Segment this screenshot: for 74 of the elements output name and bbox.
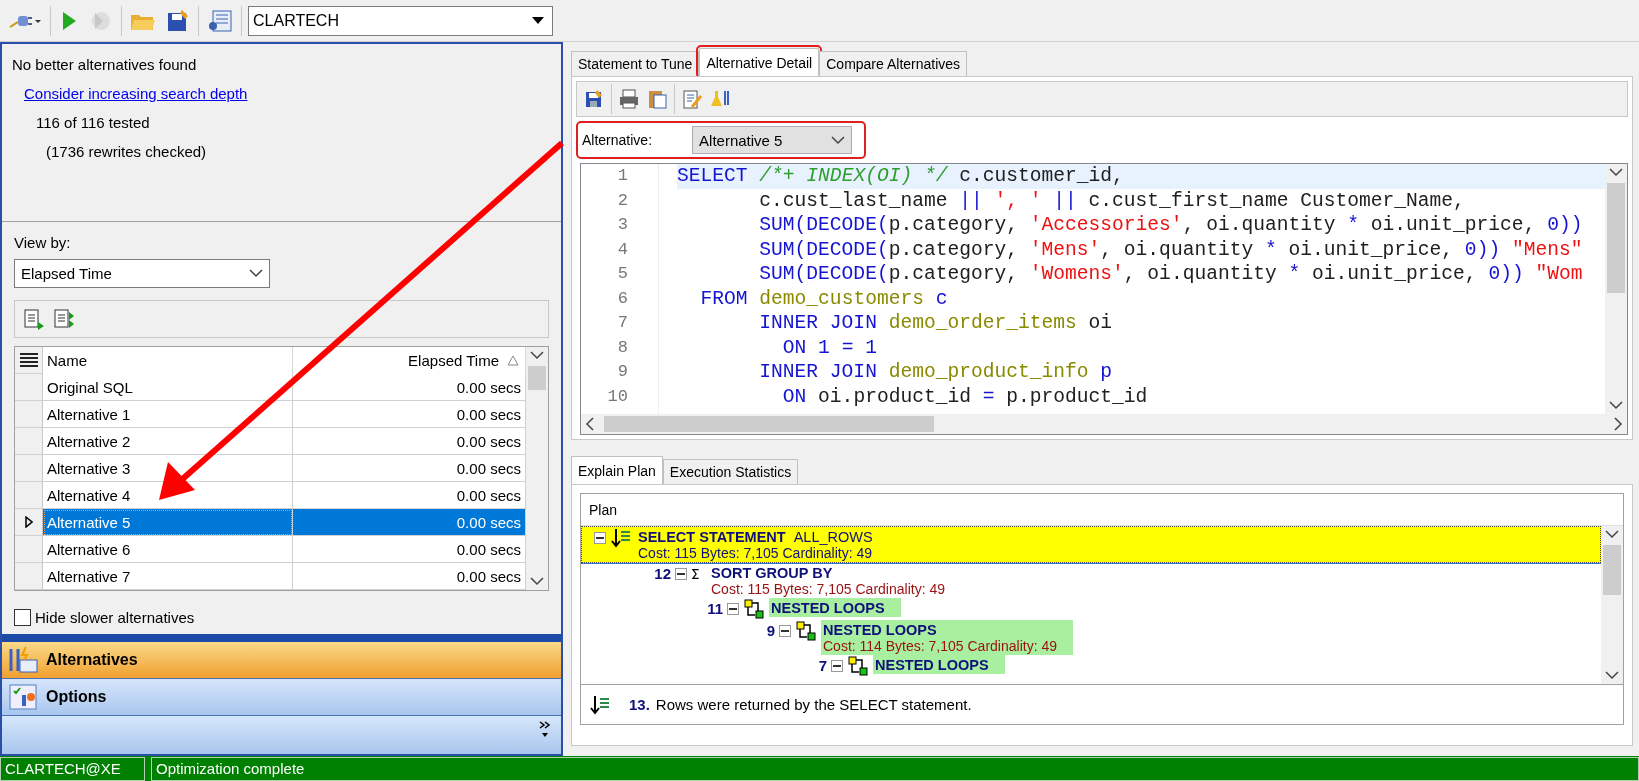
connection-status: CLARTECH@XE (0, 757, 145, 781)
table-cell: Original SQL (43, 374, 293, 401)
operation-label: NESTED LOOPS (769, 598, 901, 617)
column-header[interactable]: Name (43, 347, 293, 374)
line-number: 8 (616, 336, 629, 359)
table-row[interactable]: Alternative 5 0.00 secs (15, 509, 526, 536)
plan-row[interactable]: SELECT STATEMENT ALL_ROWS Cost: 115 Bytes: 7,105 Cardinality: 49 (581, 526, 1601, 563)
tab[interactable]: Explain Plan (571, 456, 663, 484)
table-cell: 0.00 secs (293, 509, 526, 536)
table-cell: 0.00 secs (293, 401, 526, 428)
table-cell: Alternative 5 (43, 509, 293, 536)
code-line: SUM(DECODE(p.category, 'Mens', oi.quantity * oi.unit_price, 0)) "Mens" (758, 237, 1584, 262)
code-line: SUM(DECODE(p.category, 'Accessories', oi.quantity * oi.unit_price, 0)) (758, 213, 1584, 238)
alternative-label: Alternative: (582, 132, 653, 148)
line-number: 5 (616, 263, 629, 285)
step-description: Rows were returned by the SELECT statement. (655, 696, 972, 713)
code-line: FROM demo_customers c (699, 286, 949, 311)
plan-row[interactable]: 7 NESTED LOOPS (581, 655, 1601, 677)
plan-row[interactable]: 9 NESTED LOOPS Cost: 114 Bytes: 7,105 Cardinality: 49 (581, 620, 1601, 655)
step-number: 12 (653, 564, 671, 582)
view-by-label: View by: (14, 234, 72, 251)
code-line: SUM(DECODE(p.category, 'Womens', oi.quantity * oi.unit_price, 0)) "Wom (758, 262, 1584, 287)
table-row[interactable]: Alternative 6 0.00 secs (15, 536, 526, 563)
table-cell: 0.00 secs (293, 374, 526, 401)
hide-slower-checkbox[interactable]: Hide slower alternatives (14, 609, 549, 626)
table-cell: 0.00 secs (293, 563, 526, 590)
step-number: 11 (706, 599, 723, 617)
table-row[interactable]: Alternative 7 0.00 secs (15, 563, 526, 590)
line-number: 3 (616, 214, 629, 236)
table-cell: 0.00 secs (293, 428, 526, 455)
search-depth-link[interactable]: Consider increasing search depth (24, 85, 248, 102)
table-cell: Alternative 1 (43, 401, 293, 428)
table-cell: Alternative 2 (43, 428, 293, 455)
tab[interactable]: Execution Statistics (662, 459, 799, 484)
tab[interactable]: Alternative Detail (699, 48, 820, 76)
operation-label: SORT GROUP BY Cost: 115 Bytes: 7,105 Cardinality: 49 (710, 564, 946, 598)
line-number: 1 (616, 165, 629, 187)
line-number: 10 (606, 385, 629, 408)
code-line: ON 1 = 1 (781, 335, 878, 360)
plan-row[interactable]: 11 NESTED LOOPS (581, 598, 1601, 620)
view-by-dropdown[interactable]: Elapsed Time (14, 259, 270, 288)
table-row[interactable]: Original SQL 0.00 secs (15, 374, 526, 401)
line-number: 7 (616, 312, 629, 334)
operation-label: NESTED LOOPS (873, 655, 1005, 674)
plan-row[interactable]: 12 SORT GROUP BY Cost: 115 Bytes: 7,105 Cardinality: 49 (581, 563, 1601, 598)
table-cell: Alternative 7 (43, 563, 293, 590)
alternative-dropdown[interactable]: Alternative 5 (692, 126, 853, 154)
line-number: 6 (616, 287, 629, 310)
tab[interactable]: Statement to Tune (571, 51, 700, 76)
navigation-button[interactable]: Alternatives (2, 642, 561, 679)
navigation-button[interactable]: Options (2, 679, 561, 716)
code-line: ON oi.product_id = p.product_id (781, 384, 1149, 409)
tab[interactable]: Compare Alternatives (819, 51, 968, 76)
line-number: 2 (616, 189, 629, 212)
status-message: Optimization complete (151, 757, 1639, 781)
rewrites-count: (1736 rewrites checked) (46, 143, 208, 160)
table-cell: 0.00 secs (293, 536, 526, 563)
step-number: 9 (765, 621, 775, 639)
operation-label: SELECT STATEMENT ALL_ROWS Cost: 115 Bytes: 7,105 Cardinality: 49 (637, 528, 874, 562)
table-cell: Alternative 6 (43, 536, 293, 563)
connection-dropdown[interactable]: CLARTECH (248, 5, 553, 36)
table-row[interactable]: Alternative 1 0.00 secs (15, 401, 526, 428)
result-message: No better alternatives found (12, 56, 198, 73)
table-cell: 0.00 secs (293, 455, 526, 482)
code-line: INNER JOIN demo_order_items oi (758, 311, 1114, 336)
code-line: INNER JOIN demo_product_info p (758, 360, 1114, 385)
line-number: 9 (616, 361, 629, 383)
table-row[interactable]: Alternative 2 0.00 secs (15, 428, 526, 455)
step-number: 13. (629, 696, 650, 713)
line-number: 4 (616, 238, 629, 261)
code-line: c.cust_last_name || ', ' || c.cust_first_name Customer_Name, (758, 188, 1466, 213)
operation-label: NESTED LOOPS Cost: 114 Bytes: 7,105 Cardinality: 49 (821, 620, 1073, 655)
tested-count: 116 of 116 tested (36, 114, 151, 131)
step-number: 7 (817, 656, 827, 674)
